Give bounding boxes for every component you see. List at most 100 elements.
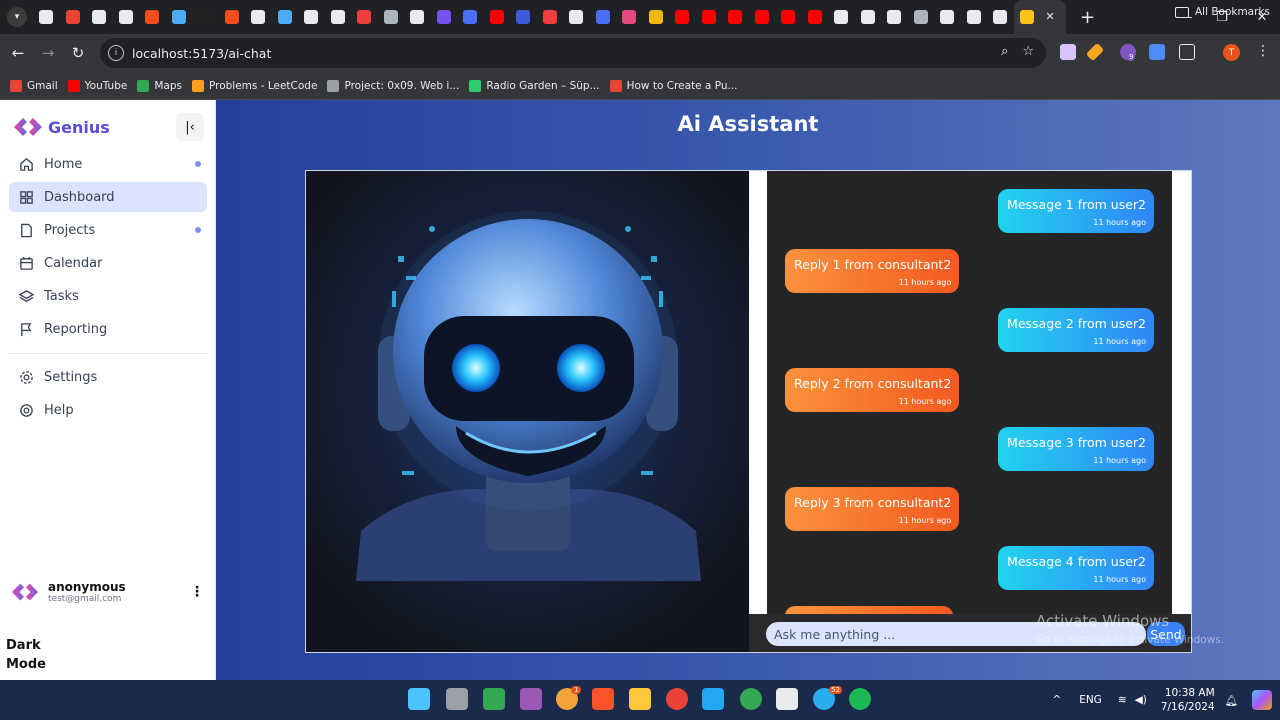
pinned-tab[interactable]	[934, 0, 961, 34]
pinned-tab[interactable]	[987, 0, 1014, 34]
pinned-tab[interactable]	[961, 0, 988, 34]
pinned-tab[interactable]	[828, 0, 855, 34]
pinned-tab[interactable]	[378, 0, 405, 34]
bookmark-item[interactable]: Project: 0x09. Web i...	[327, 79, 459, 92]
pinned-tab[interactable]	[139, 0, 166, 34]
browser-icon[interactable]	[776, 688, 798, 710]
pinned-tab[interactable]	[325, 0, 352, 34]
pinned-tab[interactable]	[590, 0, 617, 34]
back-arrow-icon[interactable]: ←	[3, 44, 33, 62]
zoom-search-icon[interactable]: ⌕	[1001, 44, 1008, 59]
pinned-tab[interactable]	[643, 0, 670, 34]
pinned-tab[interactable]	[351, 0, 378, 34]
address-bar[interactable]: i localhost:5173/ai-chat ⌕ ☆	[100, 38, 1046, 68]
sidebar-item-projects[interactable]: Projects	[9, 215, 207, 245]
pinned-tab[interactable]	[60, 0, 87, 34]
bookmark-item[interactable]: YouTube	[67, 79, 127, 92]
sidebar-item-tasks[interactable]: Tasks	[9, 281, 207, 311]
menu-kebab-icon[interactable]: ⋮	[1256, 43, 1270, 59]
windows-start-icon[interactable]	[408, 688, 430, 710]
git-icon[interactable]	[520, 688, 542, 710]
pinned-tab[interactable]	[219, 0, 246, 34]
pinned-tab[interactable]	[537, 0, 564, 34]
chrome-icon[interactable]	[666, 688, 688, 710]
user-menu-kebab-icon[interactable]: ⋮	[190, 584, 204, 600]
brave-icon[interactable]	[592, 688, 614, 710]
pinned-tab[interactable]	[696, 0, 723, 34]
tab-search-chevron-icon[interactable]: ▾	[7, 7, 27, 27]
forward-arrow-icon[interactable]: →	[33, 44, 63, 62]
sidebar-item-home[interactable]: Home	[9, 149, 207, 179]
brand[interactable]: Genius	[12, 116, 110, 138]
new-tab-button[interactable]: +	[1078, 7, 1098, 28]
pinned-tab[interactable]	[272, 0, 299, 34]
pinned-tab[interactable]	[908, 0, 935, 34]
genius-logo-icon	[14, 118, 42, 136]
site-info-icon[interactable]: i	[108, 45, 124, 61]
pinned-tab[interactable]	[33, 0, 60, 34]
sidebar-item-help[interactable]: Help	[9, 395, 207, 425]
vscode-icon[interactable]	[702, 688, 724, 710]
extension-icon[interactable]	[1060, 44, 1076, 60]
sidebar-item-reporting[interactable]: Reporting	[9, 314, 207, 344]
pinned-tab[interactable]	[484, 0, 511, 34]
all-bookmarks-button[interactable]: All Bookmarks	[1174, 6, 1270, 18]
sidebar-item-calendar[interactable]: Calendar	[9, 248, 207, 278]
tab-close-icon[interactable]: ✕	[1046, 10, 1060, 24]
wifi-icon[interactable]: ≋	[1118, 694, 1127, 706]
file-explorer-icon[interactable]	[446, 688, 468, 710]
pinned-tab[interactable]	[881, 0, 908, 34]
pinned-tab[interactable]	[616, 0, 643, 34]
notification-bell-icon[interactable]: 🔔︎	[1225, 694, 1238, 707]
bookmark-item[interactable]: Gmail	[10, 79, 58, 92]
dark-mode-toggle[interactable]: Dark Mode	[6, 636, 66, 674]
user-card[interactable]: anonymous test@gmail.com ⋮	[10, 580, 208, 604]
puzzle-extensions-icon[interactable]	[1179, 44, 1195, 60]
folder-icon[interactable]	[629, 688, 651, 710]
pinned-tab[interactable]	[298, 0, 325, 34]
bookmark-label: How to Create a Pu...	[626, 79, 738, 92]
copilot-icon[interactable]	[1252, 690, 1272, 710]
spotify-icon[interactable]	[849, 688, 871, 710]
pinned-tab[interactable]	[563, 0, 590, 34]
language-indicator[interactable]: ENG	[1079, 694, 1102, 706]
clock-time: 10:38 AM	[1164, 687, 1215, 699]
pinned-tab[interactable]	[457, 0, 484, 34]
pinned-tab[interactable]	[192, 0, 219, 34]
extension-icon[interactable]	[1149, 44, 1165, 60]
pinned-tab[interactable]	[802, 0, 829, 34]
active-tab[interactable]: ✕	[1013, 0, 1066, 34]
tab-favicon-icon	[966, 10, 981, 24]
pinned-tab[interactable]	[775, 0, 802, 34]
profile-avatar[interactable]: T	[1223, 44, 1240, 61]
pinned-tab[interactable]	[245, 0, 272, 34]
pinned-tab[interactable]	[855, 0, 882, 34]
chrome-icon[interactable]	[740, 688, 762, 710]
bookmark-item[interactable]: Maps	[137, 79, 182, 92]
pinned-tab[interactable]	[749, 0, 776, 34]
pinned-tab[interactable]	[431, 0, 458, 34]
pinned-tab[interactable]	[113, 0, 140, 34]
volume-icon[interactable]: ◀)	[1135, 694, 1147, 706]
photos-icon[interactable]	[483, 688, 505, 710]
pinned-tab[interactable]	[86, 0, 113, 34]
bookmark-item[interactable]: How to Create a Pu...	[609, 79, 738, 92]
url-text[interactable]: localhost:5173/ai-chat	[132, 46, 271, 61]
tab-favicon-icon	[701, 10, 716, 24]
pinned-tab[interactable]	[669, 0, 696, 34]
pinned-tab[interactable]	[404, 0, 431, 34]
sidebar-item-dashboard[interactable]: Dashboard	[9, 182, 207, 212]
pinned-tab[interactable]	[722, 0, 749, 34]
pinned-tab[interactable]	[510, 0, 537, 34]
bookmark-star-icon[interactable]: ☆	[1022, 44, 1034, 59]
sidebar-item-settings[interactable]: Settings	[9, 362, 207, 392]
tab-favicon-icon	[65, 10, 80, 24]
chat-messages[interactable]: Message 1 from user2 11 hours ago Reply 1 …	[767, 171, 1172, 614]
bookmark-item[interactable]: Problems - LeetCode	[191, 79, 317, 92]
clock[interactable]: 10:38 AM 7/16/2024	[1161, 686, 1215, 714]
chevron-up-icon[interactable]: ^	[1052, 694, 1061, 706]
pinned-tab[interactable]	[166, 0, 193, 34]
reload-icon[interactable]: ↻	[63, 44, 93, 62]
bookmark-item[interactable]: Radio Garden – Süp...	[469, 79, 600, 92]
collapse-sidebar-button[interactable]: |‹	[176, 113, 204, 141]
